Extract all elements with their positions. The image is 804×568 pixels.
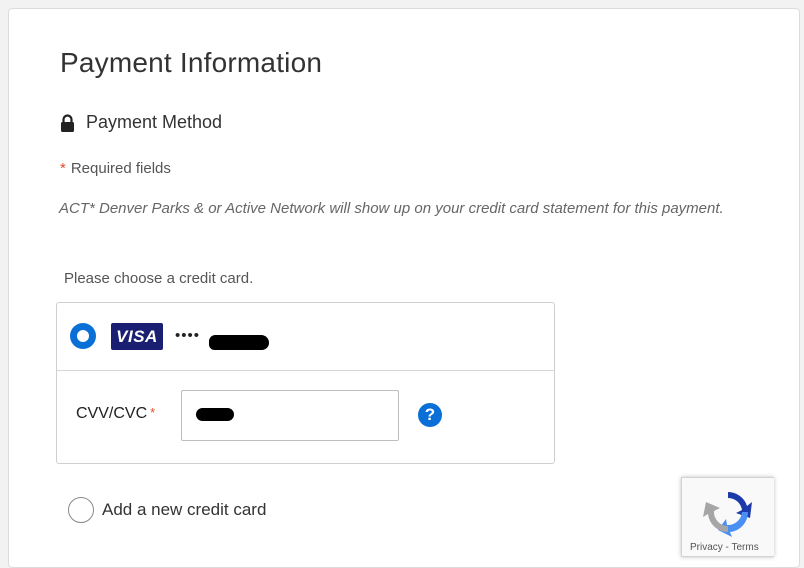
cvv-label: CVV/CVC *: [76, 405, 155, 423]
saved-card-option[interactable]: VISA ••••: [57, 303, 554, 371]
statement-notice: ACT* Denver Parks & or Active Network wi…: [59, 200, 724, 217]
cvv-required-star: *: [150, 405, 156, 420]
choose-card-prompt: Please choose a credit card.: [64, 270, 254, 287]
page-title: Payment Information: [60, 47, 323, 78]
recaptcha-badge[interactable]: Privacy - Terms: [681, 477, 774, 557]
new-card-label: Add a new credit card: [102, 500, 267, 519]
cvv-input[interactable]: [181, 390, 399, 441]
payment-method-heading: Payment Method: [60, 112, 222, 133]
recaptcha-logo-icon: [703, 492, 752, 537]
saved-card-radio[interactable]: [70, 323, 96, 349]
required-fields-note: * Required fields: [60, 160, 171, 177]
question-circle-icon[interactable]: ?: [418, 403, 442, 427]
recaptcha-links[interactable]: Privacy - Terms: [690, 542, 759, 553]
cvv-label-text: CVV/CVC: [76, 405, 148, 422]
new-card-option[interactable]: Add a new credit card: [68, 497, 266, 523]
new-card-radio[interactable]: [68, 497, 94, 523]
card-number-masked: ••••: [175, 327, 201, 344]
redacted-card-digits: [209, 335, 269, 350]
visa-logo: VISA: [111, 323, 163, 350]
redacted-cvv-value: [196, 408, 234, 421]
saved-card-box: VISA •••• CVV/CVC * ?: [56, 302, 555, 464]
required-fields-text: Required fields: [70, 160, 171, 177]
lock-icon: [60, 113, 75, 132]
payment-method-label: Payment Method: [86, 112, 223, 132]
required-star: *: [60, 160, 66, 177]
